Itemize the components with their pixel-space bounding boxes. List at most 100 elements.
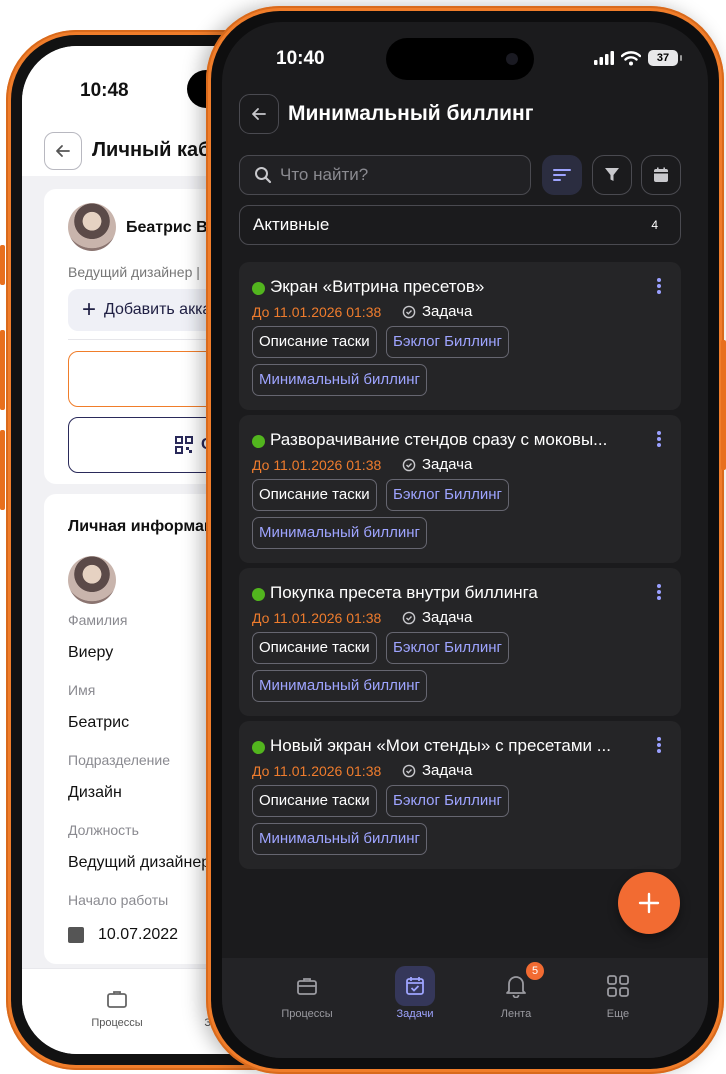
- field-label: Должность: [68, 822, 139, 838]
- start-date-row: 10.07.2022: [68, 926, 178, 944]
- tab-bar: Процессы Задачи 5 Лента Еще: [222, 958, 708, 1058]
- field-value: Беатрис: [68, 714, 130, 731]
- front-phone-bezel: 10:40 37 Минимальный биллинг Что найти? …: [211, 11, 719, 1069]
- tag-chip[interactable]: Бэклог Биллинг: [386, 785, 509, 817]
- field-department: Подразделение Дизайн: [68, 752, 170, 802]
- task-kind-label: Задача: [422, 303, 473, 320]
- field-position: Должность Ведущий дизайнер: [68, 822, 210, 872]
- briefcase-icon: [107, 991, 127, 1008]
- status-dot-icon: [252, 282, 265, 295]
- tag-chip[interactable]: Бэклог Биллинг: [386, 632, 509, 664]
- status-count-badge: 4: [651, 218, 658, 232]
- back-page-title: Личный каби: [92, 139, 223, 161]
- more-vertical-icon[interactable]: [657, 278, 661, 296]
- task-kind-label: Задача: [422, 456, 473, 473]
- tab-more[interactable]: Еще: [573, 966, 663, 1024]
- tag-chip[interactable]: Описание таски: [252, 632, 377, 664]
- tag-chip[interactable]: Минимальный биллинг: [252, 364, 427, 396]
- search-input[interactable]: [280, 165, 510, 185]
- task-title: Покупка пресета внутри биллинга: [270, 583, 538, 602]
- task-kind-label: Задача: [422, 609, 473, 626]
- avatar: [68, 556, 116, 604]
- back-volume-button: [0, 330, 5, 410]
- tab-feed[interactable]: 5 Лента: [471, 962, 561, 1024]
- more-vertical-icon[interactable]: [657, 431, 661, 449]
- tag-chip[interactable]: Описание таски: [252, 479, 377, 511]
- status-dropdown[interactable]: Активные 4: [239, 205, 681, 245]
- more-vertical-icon[interactable]: [657, 584, 661, 602]
- field-last-name: Фамилия Виеру: [68, 612, 127, 662]
- sort-button[interactable]: [542, 155, 582, 195]
- front-phone-frame: 10:40 37 Минимальный биллинг Что найти? …: [206, 6, 724, 1074]
- tab-label: Процессы: [91, 1017, 143, 1029]
- power-button: [721, 340, 726, 470]
- back-status-time: 10:48: [80, 80, 129, 101]
- filter-button[interactable]: [592, 155, 632, 195]
- back-phone-back-button[interactable]: [44, 132, 82, 170]
- tag-chip[interactable]: Бэклог Биллинг: [386, 326, 509, 358]
- tag-chip[interactable]: Минимальный биллинг: [252, 670, 427, 702]
- status-time: 10:40: [276, 48, 325, 69]
- task-title: Новый экран «Мои стенды» с пресетами ...: [270, 736, 611, 755]
- add-task-button[interactable]: [618, 872, 680, 934]
- tab-icon: [598, 966, 638, 1006]
- tab-icon: [395, 966, 435, 1006]
- field-label: Фамилия: [68, 612, 128, 628]
- field-label: Имя: [68, 682, 96, 698]
- tag-chip[interactable]: Минимальный биллинг: [252, 823, 427, 855]
- field-value: 10.07.2022: [98, 926, 179, 943]
- status-icons: 37: [594, 50, 682, 66]
- plus-icon: +: [82, 296, 97, 323]
- status-dot-icon: [252, 588, 265, 601]
- tab-label: Лента: [500, 1008, 532, 1020]
- field-label: Начало работы: [68, 892, 169, 908]
- bell-icon: [506, 976, 526, 998]
- task-kind: Задача: [402, 609, 472, 626]
- field-label: Подразделение: [68, 752, 171, 768]
- check-circle-icon: [402, 458, 416, 471]
- grid-icon: [607, 975, 629, 997]
- field-first-name: Имя Беатрис: [68, 682, 129, 732]
- calendar-icon: [654, 167, 668, 182]
- tag-chip[interactable]: Бэклог Биллинг: [386, 479, 509, 511]
- add-account-label: Добавить акка: [104, 301, 212, 318]
- arrow-left-icon: [252, 108, 266, 120]
- status-dot-icon: [252, 741, 265, 754]
- search-box: [239, 155, 531, 195]
- task-card[interactable]: Экран «Витрина пресетов» До 11.01.2026 0…: [239, 262, 681, 410]
- calendar-button[interactable]: [641, 155, 681, 195]
- tab-label: Процессы: [281, 1008, 333, 1020]
- page-title: Минимальный биллинг: [288, 102, 534, 125]
- back-tab-processes[interactable]: Процессы: [77, 987, 157, 1029]
- tab-icon: 5: [496, 962, 544, 1006]
- tag-chip[interactable]: Описание таски: [252, 326, 377, 358]
- field-value: Ведущий дизайнер: [68, 854, 211, 871]
- task-card[interactable]: Покупка пресета внутри биллинга До 11.01…: [239, 568, 681, 716]
- arrow-left-icon: [56, 145, 70, 157]
- task-kind: Задача: [402, 456, 472, 473]
- back-button[interactable]: [239, 94, 279, 134]
- calendar-icon: [68, 927, 84, 943]
- search-icon: [255, 167, 272, 184]
- tab-processes[interactable]: Процессы: [262, 966, 352, 1024]
- camera-icon: [506, 53, 518, 65]
- dynamic-island: [386, 38, 534, 80]
- tag-chip[interactable]: Описание таски: [252, 785, 377, 817]
- tab-icon: [287, 966, 327, 1006]
- task-card[interactable]: Разворачивание стендов сразу с моковы...…: [239, 415, 681, 563]
- qr-code-icon: [175, 436, 193, 454]
- task-kind: Задача: [402, 303, 472, 320]
- notification-badge: 5: [526, 962, 544, 980]
- task-card[interactable]: Новый экран «Мои стенды» с пресетами ...…: [239, 721, 681, 869]
- briefcase-icon: [297, 978, 317, 995]
- tab-tasks[interactable]: Задачи: [370, 966, 460, 1024]
- task-due-date: До 11.01.2026 01:38: [252, 457, 382, 473]
- tab-label: Задачи: [396, 1008, 434, 1020]
- tag-chip[interactable]: Минимальный биллинг: [252, 517, 427, 549]
- check-circle-icon: [402, 611, 416, 624]
- field-value: Дизайн: [68, 784, 122, 801]
- field-start-date: Начало работы: [68, 892, 168, 908]
- more-vertical-icon[interactable]: [657, 737, 661, 755]
- tab-label: Еще: [606, 1008, 630, 1020]
- back-volume-button: [0, 430, 5, 510]
